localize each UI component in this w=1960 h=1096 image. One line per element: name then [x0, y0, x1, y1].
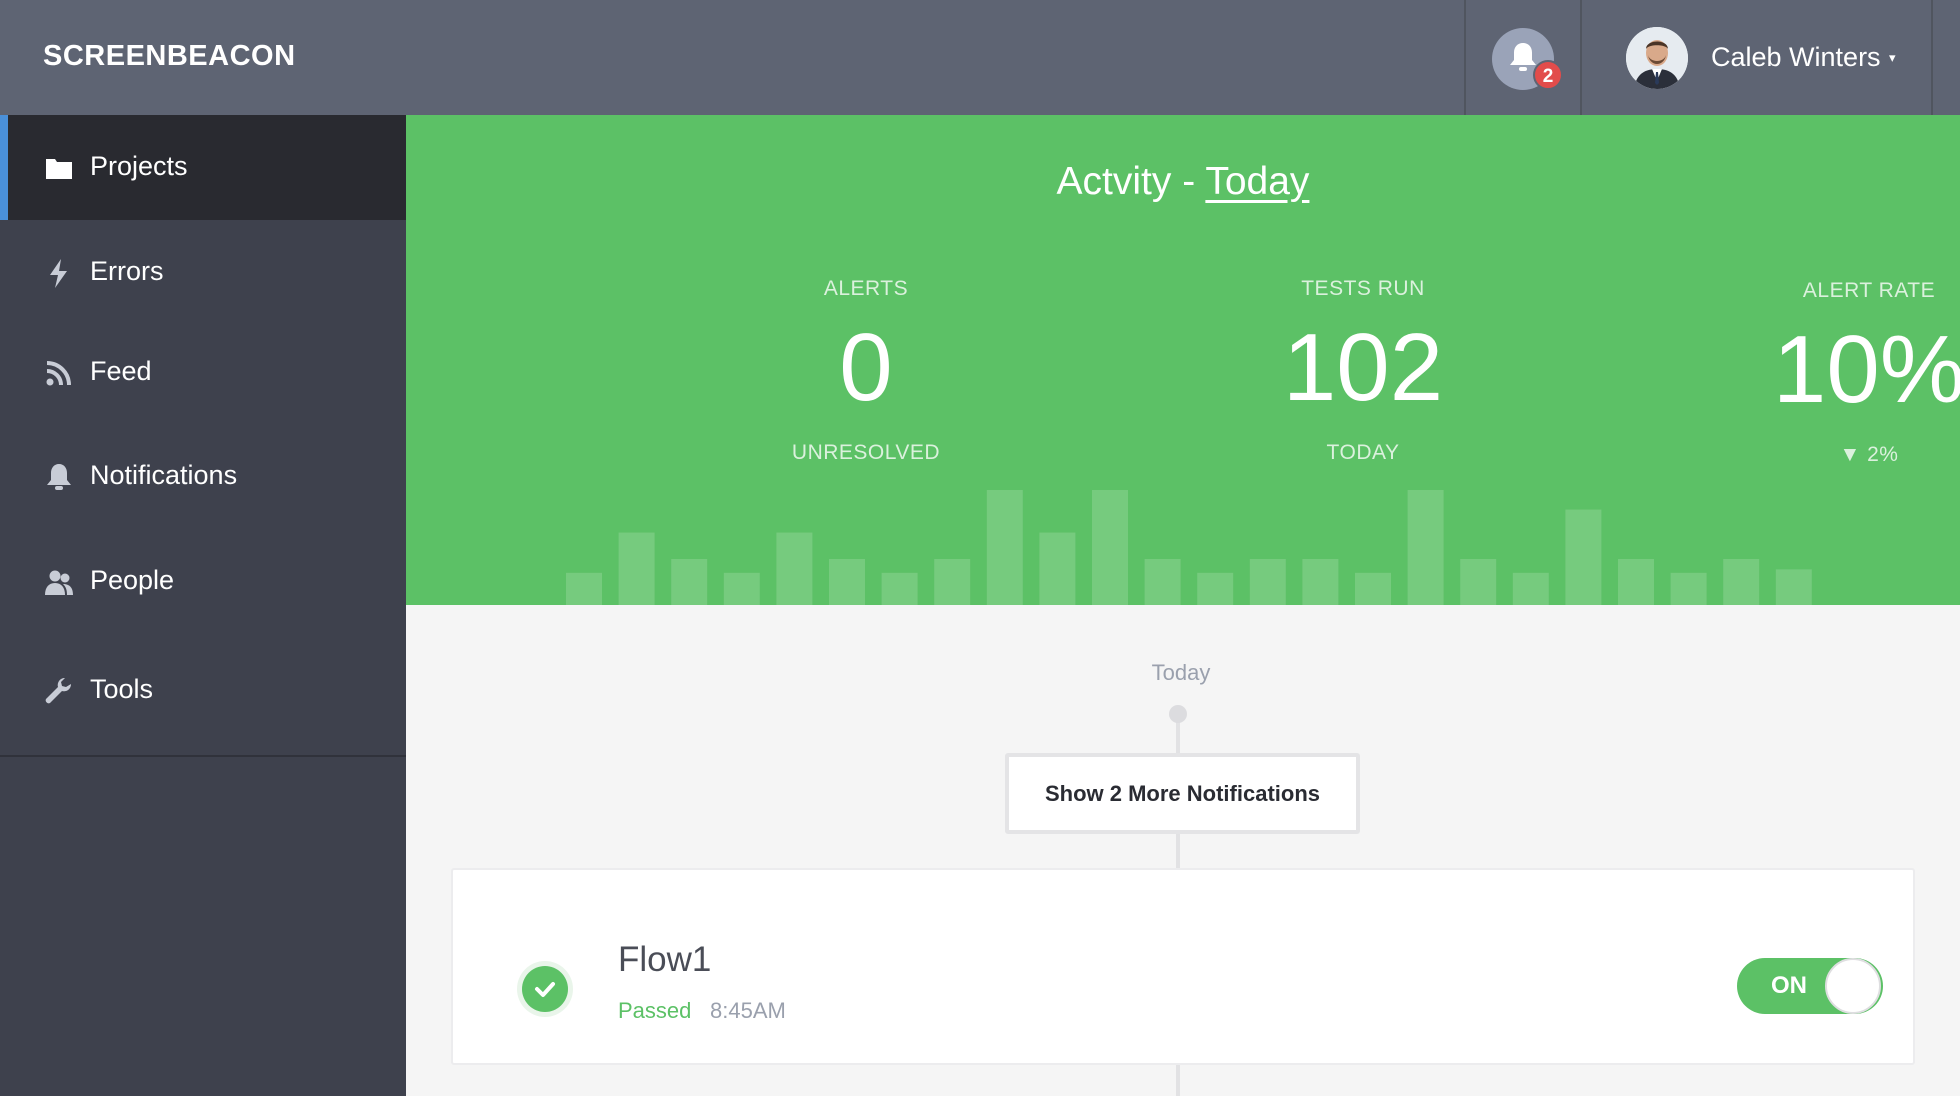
activity-bar	[566, 572, 602, 605]
sidebar-item-errors[interactable]: Errors	[0, 220, 406, 325]
notification-badge: 2	[1533, 60, 1563, 90]
header-divider	[1464, 0, 1466, 115]
show-more-notifications-button[interactable]: Show 2 More Notifications	[1005, 753, 1360, 834]
lightning-icon	[50, 259, 67, 288]
activity-bar	[1197, 572, 1234, 605]
stat-sublabel: UNRESOLVED	[791, 441, 941, 464]
user-avatar[interactable]	[1626, 27, 1688, 89]
activity-bar	[934, 559, 971, 605]
stat-alert-rate: ALERT RATE 10% ▼ 2%	[1709, 279, 1960, 467]
toggle-label: ON	[1771, 972, 1807, 999]
activity-title: Actvity - Today	[406, 160, 1960, 204]
stat-value: 0	[839, 314, 893, 421]
activity-panel: Actvity - Today ALERTS 0 UNRESOLVED TEST…	[406, 115, 1960, 605]
stat-label: ALERT RATE	[1802, 279, 1936, 302]
stat-sublabel: TODAY	[1326, 441, 1400, 464]
activity-bar	[618, 532, 655, 605]
stat-tests-run: TESTS RUN 102 TODAY	[1203, 277, 1523, 465]
activity-bar	[1355, 572, 1391, 605]
folder-icon	[46, 159, 72, 179]
activity-bar	[1144, 559, 1181, 605]
header-divider	[1931, 0, 1933, 115]
stat-label: TESTS RUN	[1301, 277, 1425, 300]
stat-value: 10%	[1772, 316, 1960, 423]
activity-bar	[1039, 532, 1076, 605]
sidebar-item-label: Errors	[90, 256, 164, 286]
activity-bar	[723, 572, 760, 605]
checkmark-icon	[535, 982, 555, 997]
stat-alerts: ALERTS 0 UNRESOLVED	[706, 277, 1026, 465]
stat-label: ALERTS	[823, 277, 909, 300]
bell-icon	[47, 464, 71, 490]
activity-bar	[1775, 569, 1812, 605]
sidebar-item-label: Notifications	[90, 460, 238, 490]
activity-bar	[671, 559, 708, 605]
stat-value: 102	[1282, 314, 1444, 421]
timeline-dot	[1169, 705, 1187, 723]
flow-card[interactable]: Flow1 Passed 8:45AM ON	[451, 868, 1915, 1065]
people-icon	[45, 570, 73, 595]
activity-bar	[986, 490, 1023, 605]
flow-name[interactable]: Flow1	[618, 940, 711, 980]
activity-bar	[1407, 490, 1444, 605]
activity-bar	[829, 559, 865, 605]
activity-title-prefix: Actvity -	[1056, 160, 1206, 203]
activity-bar	[776, 532, 813, 605]
timeline-date: Today	[1151, 660, 1211, 685]
activity-bar	[1460, 559, 1497, 605]
sidebar: Projects Errors Feed Notifications Peopl…	[0, 115, 406, 1096]
flow-enabled-toggle[interactable]: ON	[1737, 958, 1883, 1014]
activity-bar	[1302, 559, 1339, 605]
sidebar-item-feed[interactable]: Feed	[0, 320, 406, 425]
activity-bar	[1565, 509, 1602, 605]
sidebar-divider	[0, 755, 406, 757]
activity-bar	[1618, 559, 1654, 605]
sidebar-item-label: Feed	[90, 356, 152, 386]
activity-bar	[881, 572, 918, 605]
flow-time: 8:45AM	[710, 998, 786, 1023]
rss-icon	[46, 361, 71, 386]
toggle-knob	[1825, 958, 1881, 1014]
stat-change: ▼ 2%	[1839, 443, 1899, 466]
sidebar-item-label: Tools	[90, 674, 154, 704]
timeline-line	[1176, 1064, 1180, 1096]
activity-bar	[1723, 559, 1760, 605]
user-name[interactable]: Caleb Winters	[1711, 42, 1881, 73]
activity-bar	[1249, 559, 1286, 605]
timeline-line	[1176, 834, 1180, 870]
flow-status: Passed	[618, 998, 692, 1023]
sidebar-item-label: Projects	[90, 151, 188, 181]
sidebar-item-tools[interactable]: Tools	[0, 638, 406, 743]
user-menu-caret-icon[interactable]: ▾	[1889, 50, 1896, 66]
activity-bar	[1670, 572, 1707, 605]
sidebar-item-projects[interactable]: Projects	[0, 115, 406, 220]
wrench-icon	[45, 677, 72, 704]
sidebar-item-notifications[interactable]: Notifications	[0, 424, 406, 529]
activity-period-link[interactable]: Today	[1205, 160, 1309, 203]
header-divider	[1580, 0, 1582, 115]
top-header: SCREENBEACON 2 Caleb Winters ▾	[0, 0, 1960, 115]
active-indicator	[0, 115, 8, 220]
sidebar-item-label: People	[90, 565, 175, 595]
sidebar-item-people[interactable]: People	[0, 529, 406, 634]
brand-logo[interactable]: SCREENBEACON	[43, 40, 296, 73]
activity-bar	[1092, 490, 1128, 605]
activity-bar	[1512, 572, 1549, 605]
passed-status-icon	[517, 961, 573, 1017]
